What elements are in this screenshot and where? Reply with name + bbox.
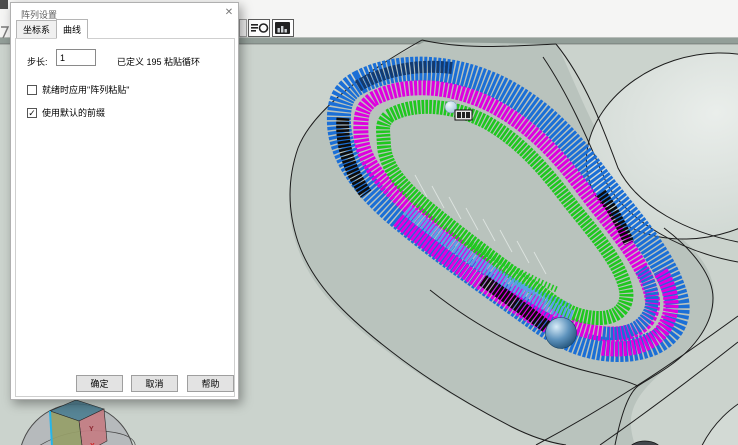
checkbox-checked-icon[interactable]: ✓ <box>27 108 37 118</box>
step-summary: 已定义 195 粘贴循环 <box>117 55 200 68</box>
step-input[interactable] <box>56 49 96 66</box>
checkbox-default-prefix[interactable]: ✓ 使用默认的前缀 <box>27 106 105 119</box>
list-circle-icon <box>249 20 269 36</box>
y-axis-label: Y <box>89 426 94 433</box>
checkbox-default-prefix-label: 使用默认的前缀 <box>42 106 105 119</box>
tab-strip: 坐标系 曲线 <box>16 24 87 39</box>
close-icon[interactable]: ✕ <box>221 6 237 20</box>
ok-button[interactable]: 确定 <box>76 375 123 392</box>
checkbox-unchecked-icon[interactable] <box>27 85 37 95</box>
named-views-button[interactable] <box>248 19 270 37</box>
checkbox-apply-on-ready[interactable]: 就绪时应用"阵列粘贴" <box>27 83 129 96</box>
help-button[interactable]: 帮助 <box>187 375 234 392</box>
bar-chart-icon <box>273 20 293 36</box>
tab-coordinate-system[interactable]: 坐标系 <box>16 20 57 39</box>
track-sphere <box>546 318 577 349</box>
array-settings-dialog: 阵列设置 ✕ 坐标系 曲线 步长: 已定义 195 粘贴循环 就绪时应用"阵列粘… <box>10 2 239 400</box>
toolbar-button-partial[interactable] <box>239 19 247 37</box>
array-overlay-badge <box>455 110 472 120</box>
statistics-button[interactable] <box>272 19 294 37</box>
cancel-button[interactable]: 取消 <box>131 375 178 392</box>
toolbar-icon-fragment <box>0 0 8 9</box>
step-label: 步长: <box>27 55 48 68</box>
application-window: Y X 阵列设置 ✕ <box>0 0 738 445</box>
tab-curve[interactable]: 曲线 <box>56 19 88 39</box>
checkbox-apply-on-ready-label: 就绪时应用"阵列粘贴" <box>42 83 129 96</box>
